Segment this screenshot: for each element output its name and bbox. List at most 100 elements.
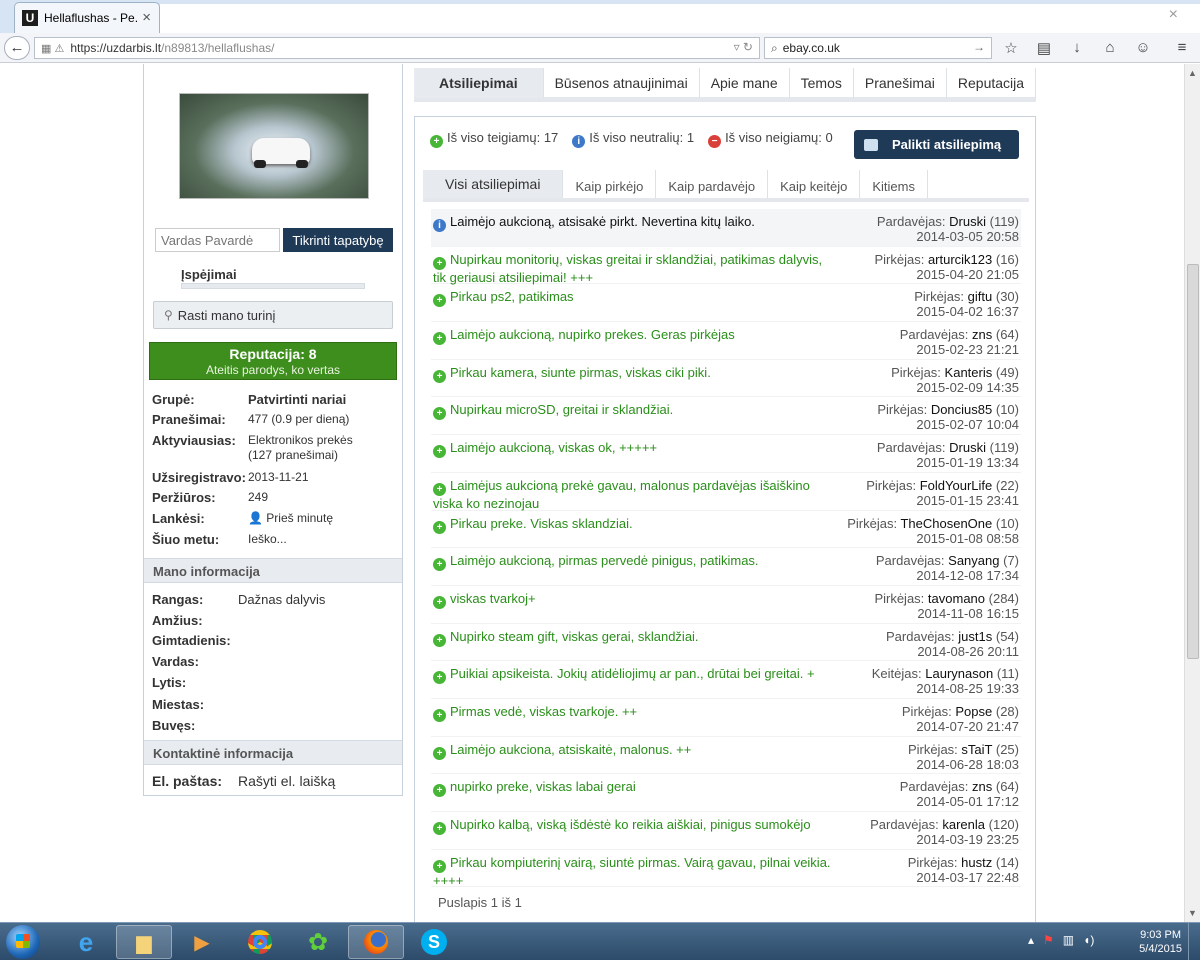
search-input[interactable]: ⌕ ebay.co.uk →	[764, 37, 992, 59]
bookmark-star-icon[interactable]: ☆	[1000, 39, 1022, 57]
feedback-text-wrap: + nupirko preke, viskas labai gerai	[433, 779, 833, 798]
chrome-icon[interactable]	[232, 925, 288, 959]
menu-icon[interactable]: ≡	[1171, 39, 1193, 57]
visited-label: Lankėsi:	[152, 511, 205, 526]
page-scrollbar[interactable]: ▲ ▼	[1184, 64, 1200, 922]
skype-icon[interactable]: S	[406, 925, 462, 959]
subtab-all[interactable]: Visi atsiliepimai	[423, 170, 564, 198]
feedback-meta: Pirkėjas: TheChosenOne (10) 2015-01-08 08…	[847, 516, 1019, 546]
verify-identity-button[interactable]: Tikrinti tapatybę	[283, 228, 393, 252]
tab-close-icon[interactable]: ×	[142, 9, 151, 26]
email-link[interactable]: Rašyti el. laišką	[238, 773, 335, 789]
tab-status-updates[interactable]: Būsenos atnaujinimai	[544, 68, 700, 98]
page-info-icon[interactable]: ▦ ⚠	[41, 42, 64, 55]
feedback-user-link[interactable]: just1s	[958, 629, 992, 644]
reload-icon[interactable]: ▿ ↻	[734, 40, 753, 54]
warnings-label: Įspėjimai	[181, 267, 237, 282]
car-wheel-left	[254, 160, 266, 168]
search-go-icon[interactable]: →	[973, 40, 985, 54]
feedback-user-link[interactable]: Doncius85	[931, 402, 992, 417]
feedback-meta: Pirkėjas: tavomano (284) 2014-11-08 16:15	[874, 591, 1019, 621]
most-active-value[interactable]: Elektronikos prekės	[248, 433, 353, 447]
visited-value: 👤 Prieš minutę	[248, 511, 333, 525]
clock[interactable]: 9:03 PM 5/4/2015	[1139, 928, 1182, 956]
file-explorer-icon[interactable]: ▆	[116, 925, 172, 959]
subtab-others[interactable]: Kitiems	[860, 170, 928, 198]
subtab-as-buyer[interactable]: Kaip pirkėjo	[563, 170, 657, 198]
media-player-icon[interactable]: ▶	[174, 925, 230, 959]
find-my-content-button[interactable]: ⚲ Rasti mano turinį	[153, 301, 393, 329]
tab-reputation[interactable]: Reputacija	[947, 68, 1037, 98]
feedback-user-link[interactable]: Kanteris	[945, 365, 993, 380]
registered-value: 2013-11-21	[248, 470, 309, 484]
internet-explorer-icon[interactable]: e	[58, 925, 114, 959]
feedback-user-count: (120)	[988, 817, 1019, 832]
negative-count: Iš viso neigiamų: 0	[725, 130, 833, 145]
show-hidden-icons-icon[interactable]: ▴	[1028, 933, 1034, 947]
scroll-up-icon[interactable]: ▲	[1188, 68, 1197, 78]
feedback-user-link[interactable]: Druski	[949, 214, 986, 229]
feedback-user-link[interactable]: Druski	[949, 440, 986, 455]
feedback-user-link[interactable]: FoldYourLife	[920, 478, 993, 493]
feedback-user-link[interactable]: zns	[972, 779, 992, 794]
plus-icon: +	[433, 822, 446, 835]
feedback-row: + Nupirko steam gift, viskas gerai, sklan…	[431, 623, 1021, 662]
feedback-text: Laimėjus aukcioną prekė gavau, malonus p…	[433, 477, 810, 511]
clock-time: 9:03 PM	[1140, 929, 1182, 941]
icq-icon[interactable]: ✿	[290, 925, 346, 959]
feedback-user-link[interactable]: giftu	[968, 289, 993, 304]
subtab-as-trader[interactable]: Kaip keitėjo	[768, 170, 861, 198]
feedback-role: Pirkėjas:	[907, 854, 958, 870]
leave-feedback-button[interactable]: Palikti atsiliepimą	[854, 130, 1019, 159]
show-desktop-button[interactable]	[1188, 923, 1200, 960]
feedback-user-count: (28)	[995, 703, 1019, 719]
tray-icons: ▴ ⚑ ▥ ◖)	[1028, 933, 1094, 947]
scrollbar-thumb[interactable]	[1187, 264, 1199, 659]
feedback-user-link[interactable]: Sanyang	[948, 553, 999, 568]
url-bar[interactable]: ▦ ⚠ https://uzdarbis.lt /n89813/hellaflu…	[34, 37, 760, 59]
network-icon[interactable]: ▥	[1063, 933, 1074, 947]
feedback-row: + Laimėjo aukciona, atsiskaitė, malonus. …	[431, 737, 1021, 775]
gender-label: Lytis:	[152, 675, 187, 690]
tabstrip-empty-area[interactable]	[160, 4, 1200, 33]
feedback-user-link[interactable]: karenla	[942, 817, 985, 832]
plus-icon: +	[433, 256, 446, 270]
feedback-user-count: (119)	[989, 440, 1019, 456]
rank-value: Dažnas dalyvis	[238, 592, 326, 607]
feedback-role: Pardavėjas:	[876, 440, 946, 456]
reading-list-icon[interactable]: ▤	[1033, 39, 1055, 57]
download-icon[interactable]: ↓	[1066, 39, 1088, 57]
feedback-date: 2015-01-08 08:58	[916, 530, 1019, 546]
tab-topics[interactable]: Temos	[790, 68, 854, 98]
feedback-user-link[interactable]: tavomano	[928, 591, 985, 606]
home-icon[interactable]: ⌂	[1099, 39, 1121, 57]
avatar[interactable]	[179, 93, 369, 199]
feedback-row: + Laimėjo aukcioną, nupirko prekes. Geras…	[431, 322, 1021, 360]
volume-icon[interactable]: ◖)	[1083, 933, 1094, 947]
feedback-text: Nupirkau microSD, greitai ir sklandžiai.	[450, 402, 674, 418]
feedback-role: Pardavėjas:	[870, 817, 939, 832]
feedback-user-link[interactable]: Popse	[955, 704, 992, 719]
feedback-user-link[interactable]: sTaiT	[961, 742, 992, 757]
feedback-user-link[interactable]: zns	[972, 327, 992, 342]
subtab-as-seller[interactable]: Kaip pardavėjo	[656, 170, 769, 198]
chat-icon[interactable]: ☺	[1132, 39, 1154, 57]
tab-about-me[interactable]: Apie mane	[700, 68, 790, 98]
feedback-user-link[interactable]: TheChosenOne	[900, 516, 992, 531]
feedback-user-link[interactable]: hustz	[961, 855, 992, 870]
browser-tab[interactable]: U Hellaflushas - Pe... ×	[14, 2, 160, 33]
back-button[interactable]: ←	[4, 36, 30, 60]
car-wheel-right	[296, 160, 308, 168]
plus-icon: +	[433, 332, 446, 346]
window-close-icon[interactable]: ×	[1169, 6, 1178, 24]
tab-posts[interactable]: Pranešimai	[854, 68, 947, 98]
action-center-flag-icon[interactable]: ⚑	[1043, 933, 1054, 947]
views-label: Peržiūros:	[152, 490, 216, 505]
name-surname-input[interactable]	[155, 228, 280, 252]
scroll-down-icon[interactable]: ▼	[1188, 908, 1197, 918]
feedback-user-link[interactable]: Laurynason	[925, 666, 993, 681]
firefox-icon[interactable]	[348, 925, 404, 959]
tab-feedback[interactable]: Atsiliepimai	[414, 68, 544, 98]
start-button[interactable]	[6, 925, 40, 959]
feedback-user-link[interactable]: arturcik123	[928, 252, 992, 267]
